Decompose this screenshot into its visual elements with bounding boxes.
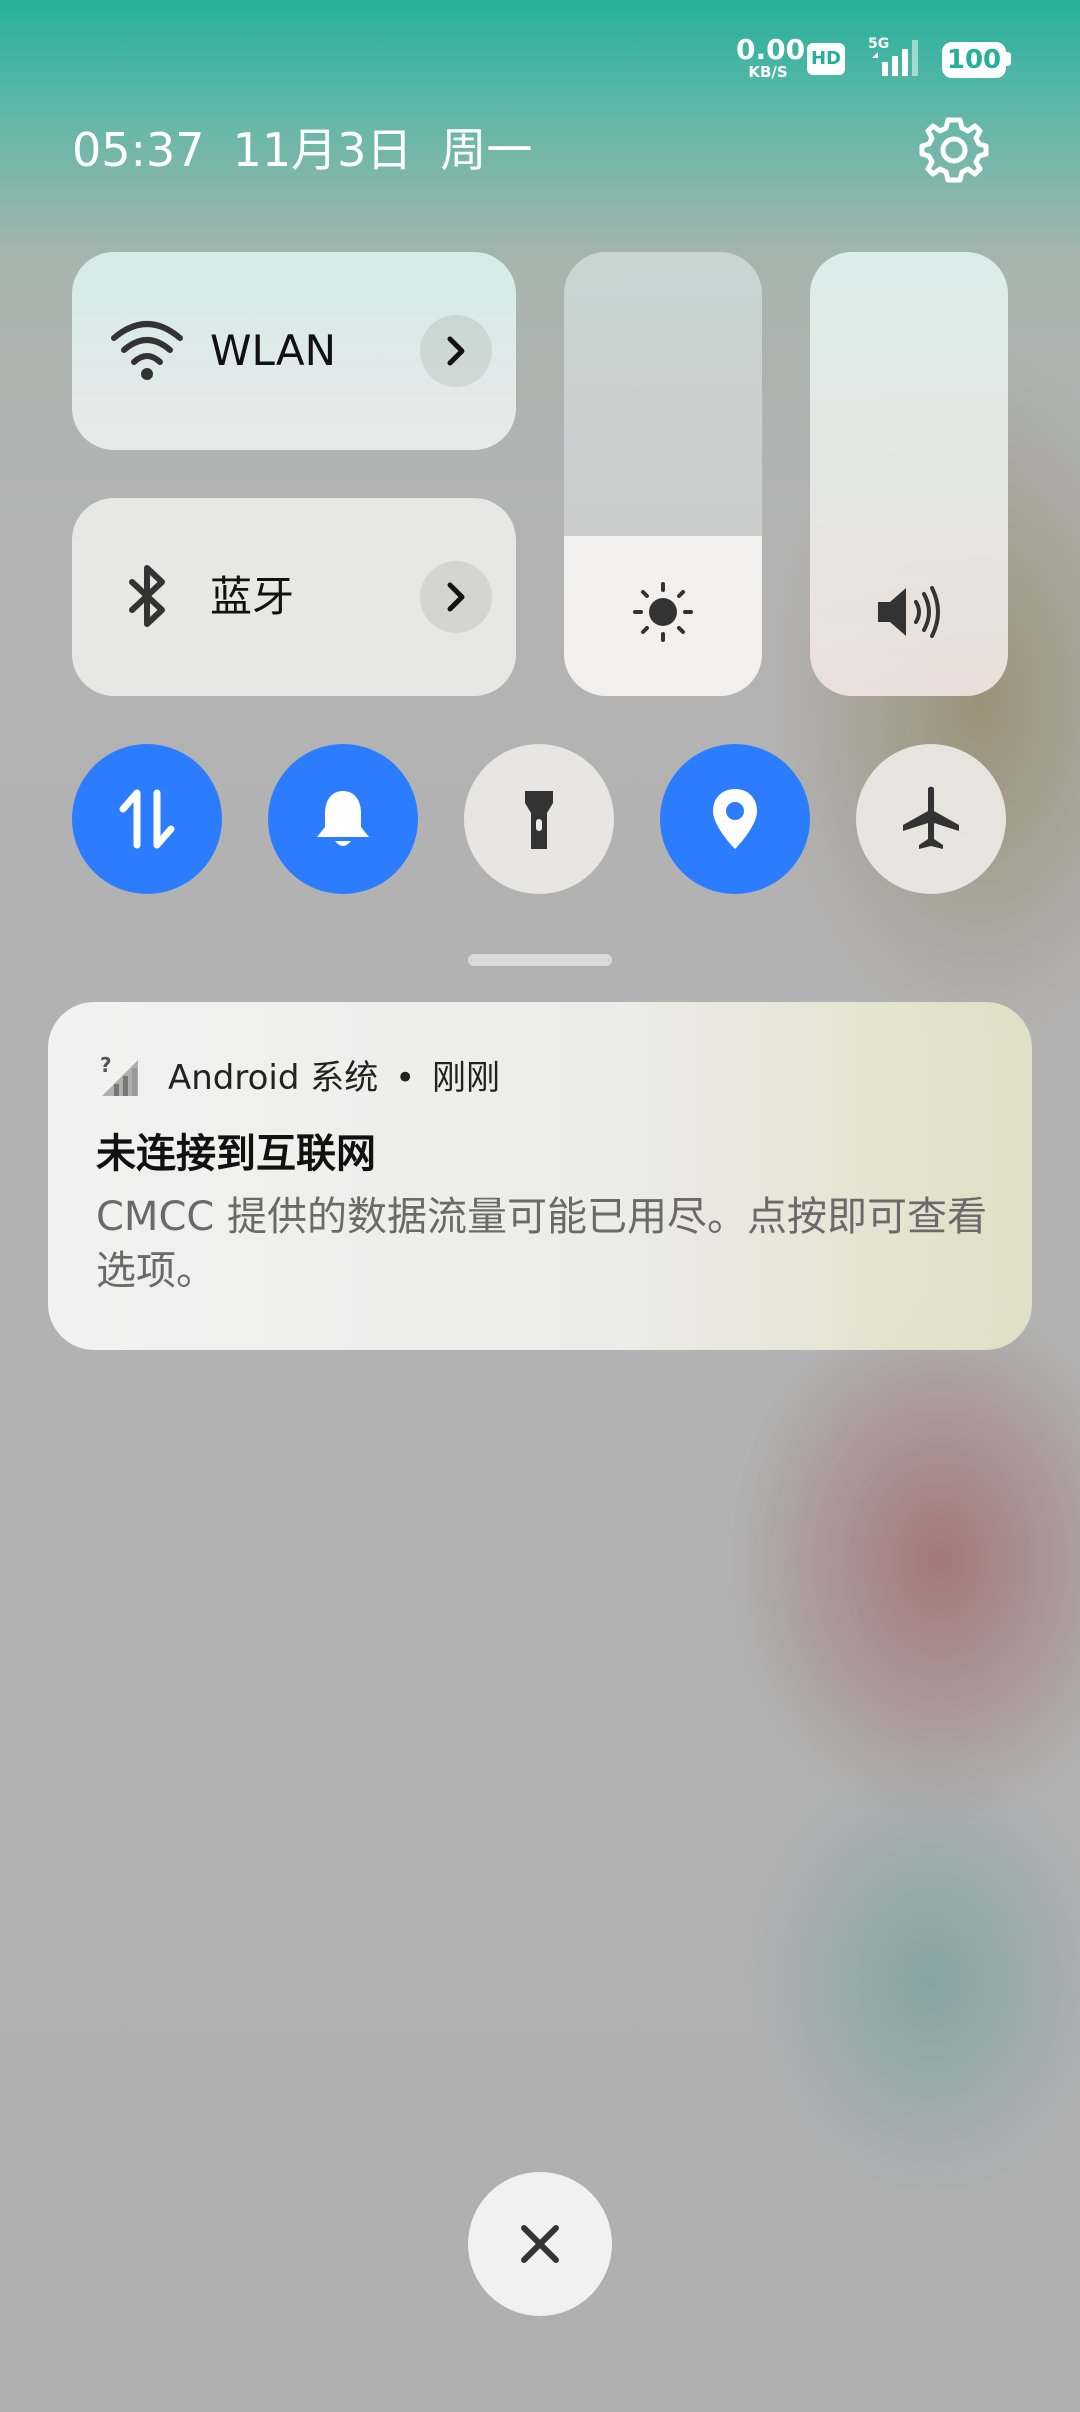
airplane-icon: [903, 786, 959, 849]
notification-body: CMCC 提供的数据流量可能已用尽。点按即可查看选项。: [96, 1194, 988, 1294]
wlan-label: WLAN: [210, 326, 337, 375]
network-speed-unit: KB/S: [748, 63, 788, 81]
notification-separator: •: [395, 1058, 416, 1098]
bell-icon: [317, 791, 369, 846]
notification-header: Android 系统 • 刚刚: [168, 1056, 500, 1100]
sound-toggle[interactable]: [268, 744, 418, 894]
location-pin-icon: [713, 789, 757, 849]
notification-time: 刚刚: [431, 1058, 500, 1098]
bluetooth-details-button[interactable]: [420, 561, 492, 633]
data-arrows-icon: [119, 789, 175, 849]
mobile-data-toggle[interactable]: [72, 744, 222, 894]
battery-tip: [1006, 52, 1011, 66]
battery-indicator: 100: [942, 42, 1006, 78]
speaker-icon: [872, 578, 946, 646]
bluetooth-label: 蓝牙: [210, 572, 295, 621]
date-time: 05:37 11月3日 周一: [72, 120, 560, 180]
chevron-right-icon: [447, 582, 465, 612]
network-speed: 0.00 KB/S: [736, 33, 806, 81]
svg-text:?: ?: [100, 1054, 112, 1077]
location-toggle[interactable]: [660, 744, 810, 894]
notification-title: 未连接到互联网: [96, 1131, 376, 1177]
date-label: 11月3日: [232, 123, 413, 177]
network-type-label: 5G: [868, 36, 890, 52]
network-speed-value: 0.00: [736, 33, 806, 66]
settings-button[interactable]: [918, 114, 990, 186]
flashlight-icon: [525, 791, 553, 849]
close-button[interactable]: [468, 2172, 612, 2316]
no-signal-icon: ?: [98, 1053, 142, 1098]
wifi-icon: [104, 308, 190, 394]
chevron-right-icon: [447, 336, 465, 366]
sun-icon: [629, 578, 697, 646]
notification-app-name: Android 系统: [168, 1058, 379, 1098]
weekday-label: 周一: [440, 123, 533, 177]
signal-icon: 5G: [868, 36, 928, 78]
flashlight-toggle[interactable]: [464, 744, 614, 894]
wlan-details-button[interactable]: [420, 315, 492, 387]
clock-time: 05:37: [72, 123, 205, 177]
close-icon: [521, 2225, 559, 2263]
airplane-mode-toggle[interactable]: [856, 744, 1006, 894]
hd-badge: HD: [807, 43, 845, 75]
gear-icon: [919, 117, 989, 183]
bluetooth-icon: [104, 554, 190, 640]
drag-handle[interactable]: [468, 954, 612, 966]
